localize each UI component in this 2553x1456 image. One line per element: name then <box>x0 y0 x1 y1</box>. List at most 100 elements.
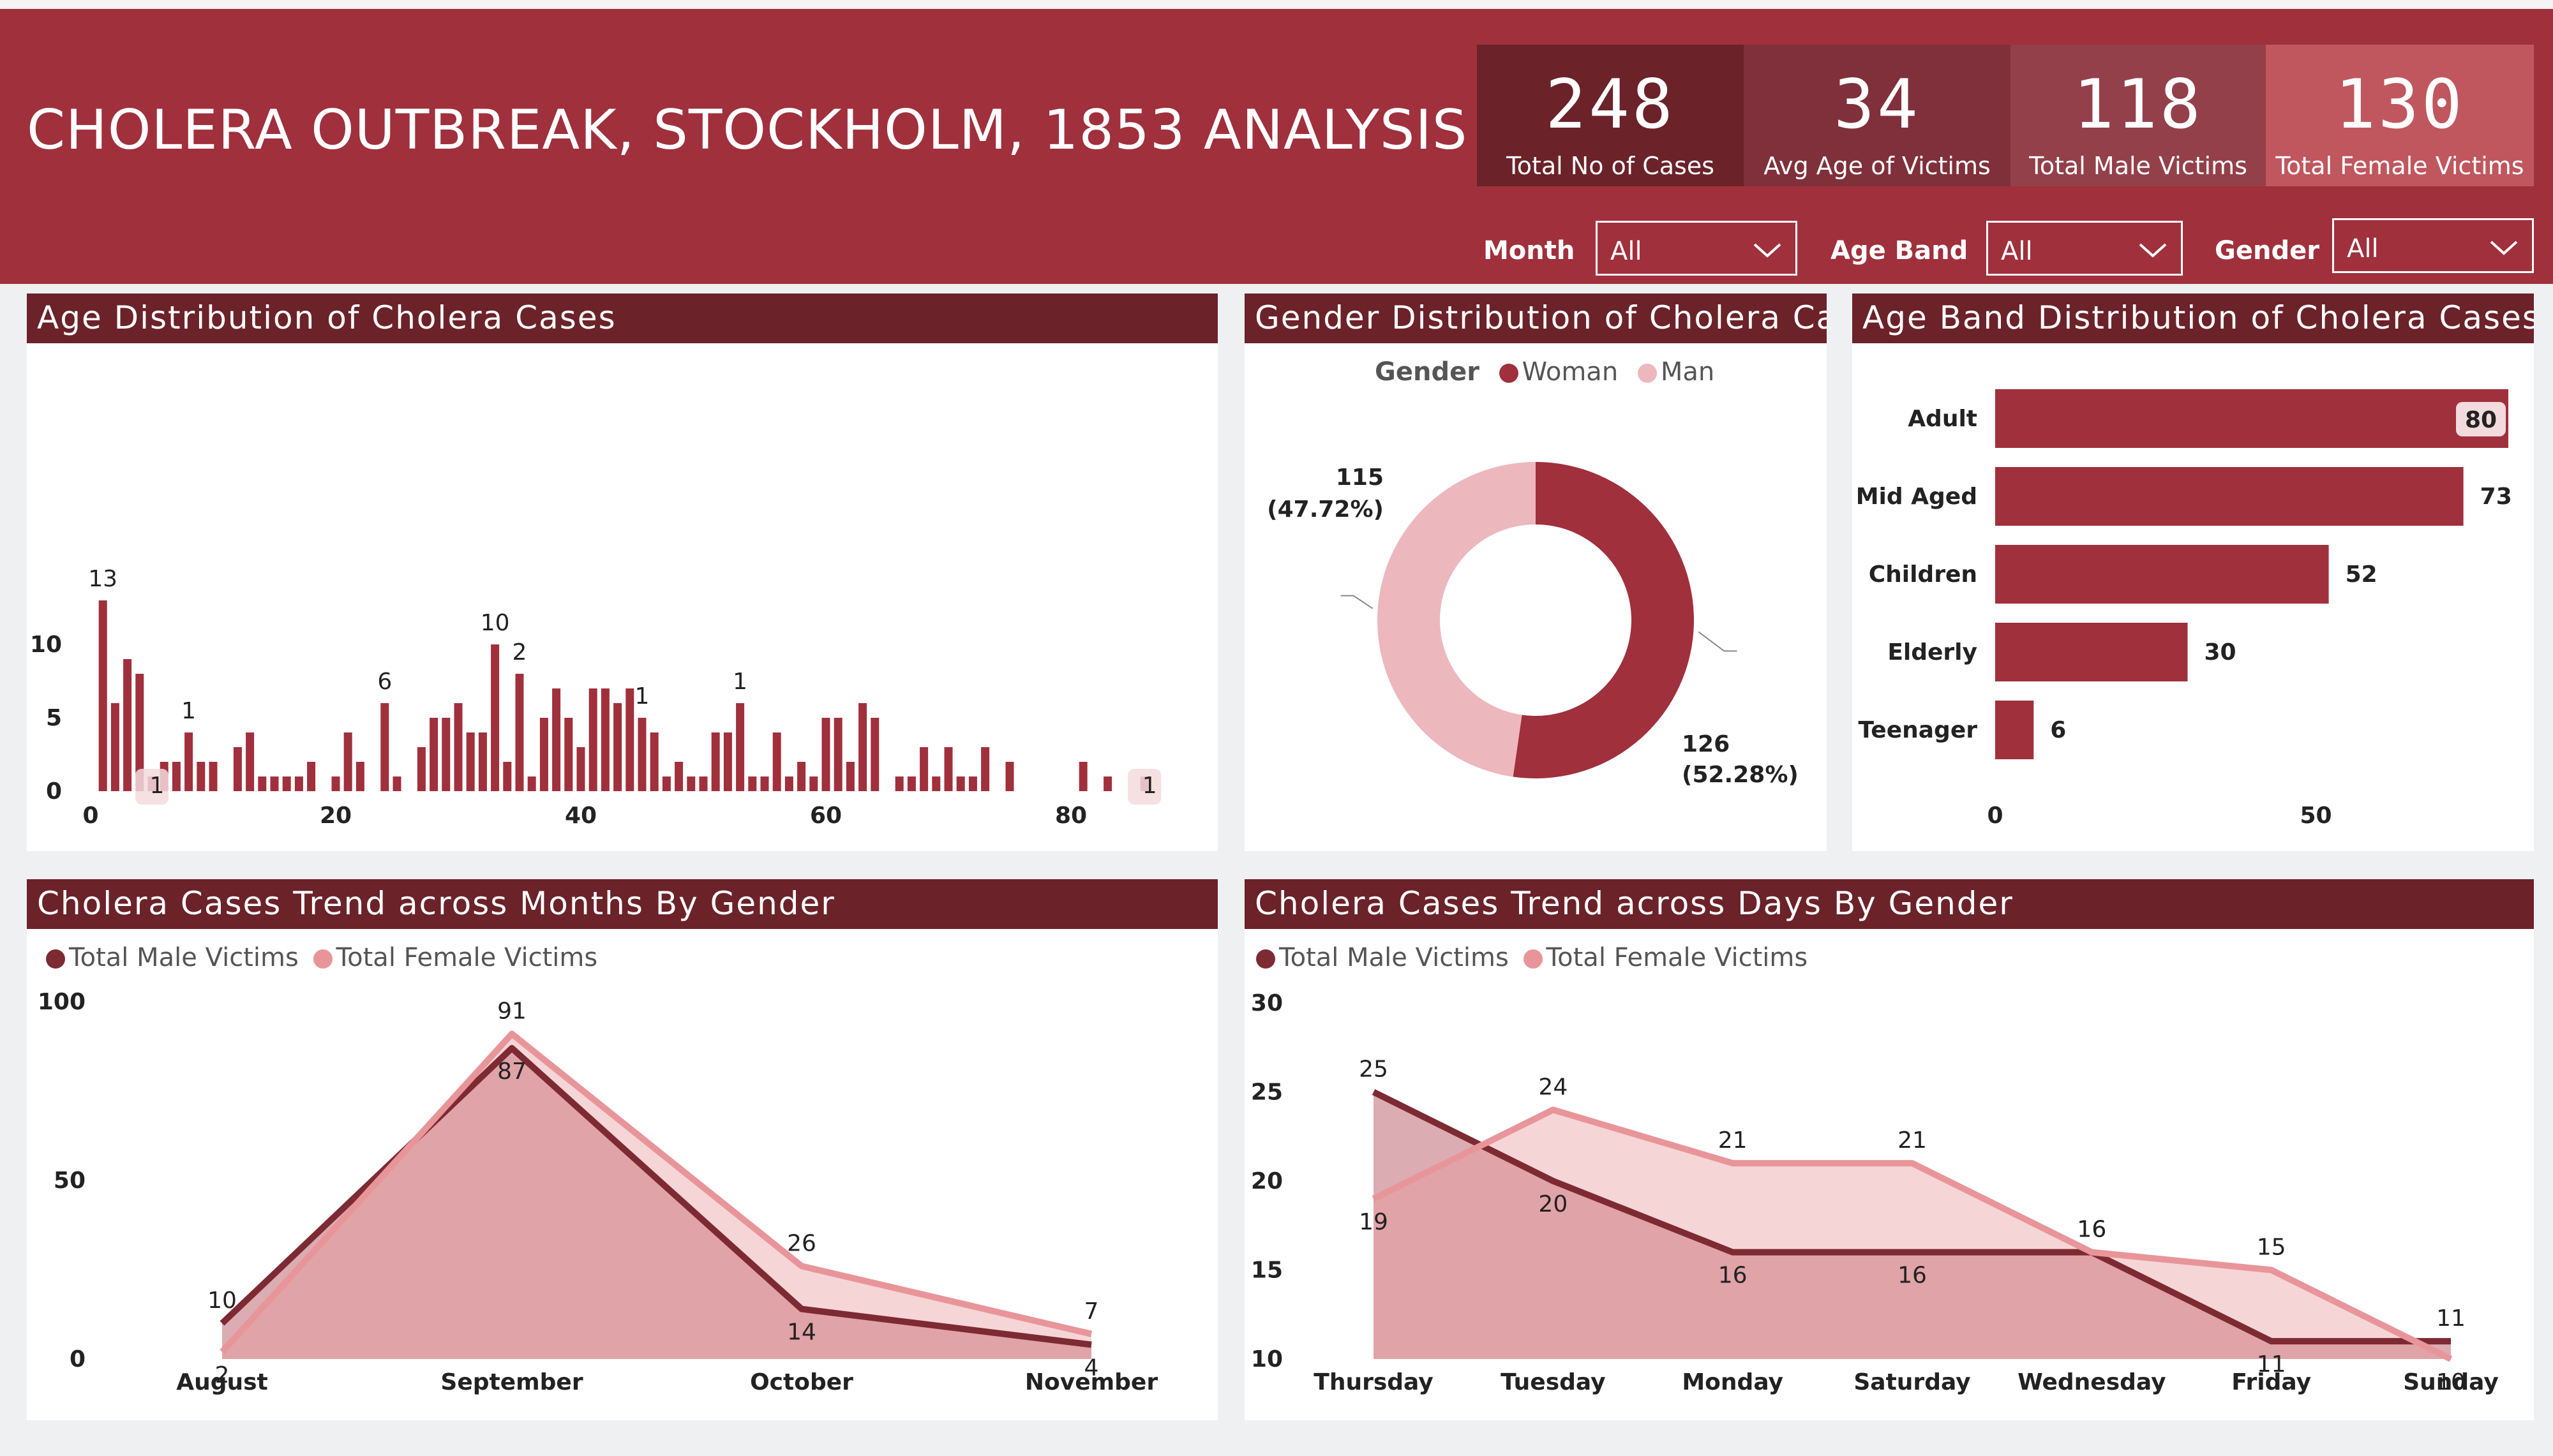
bar <box>625 688 634 791</box>
data-label: 2 <box>215 1362 230 1388</box>
data-label: 1 <box>150 773 165 799</box>
bar <box>527 776 536 791</box>
y-tick-label: 50 <box>54 1168 86 1194</box>
data-label: 4 <box>1084 1355 1099 1381</box>
y-tick-label: 15 <box>1251 1258 1283 1284</box>
data-label: 91 <box>497 998 527 1024</box>
age-band-filter-label: Age Band <box>1831 236 1968 265</box>
data-label: 24 <box>1538 1074 1568 1100</box>
bar <box>932 776 941 791</box>
leader-line <box>1698 631 1737 652</box>
data-label: 11 <box>2436 1305 2466 1332</box>
data-label: 11 <box>2257 1351 2286 1378</box>
bar <box>331 776 340 791</box>
kpi-male-victims: 118 Total Male Victims <box>2010 45 2266 186</box>
category-label: Elderly <box>1887 639 1977 665</box>
bar <box>209 762 218 791</box>
category-label: Adult <box>1908 406 1977 432</box>
bar <box>944 747 953 791</box>
bar <box>246 732 255 791</box>
data-label: 20 <box>1538 1191 1568 1217</box>
kpi-label: Total Female Victims <box>2275 152 2524 180</box>
bar <box>343 732 352 791</box>
bar <box>638 718 647 791</box>
bar <box>613 703 622 791</box>
kpi-value: 130 <box>2335 65 2465 144</box>
gender-distribution-panel: Gender Distribution of Cholera Cases Gen… <box>1245 293 1827 851</box>
kpi-label: Total Male Victims <box>2029 152 2247 180</box>
bar <box>723 732 732 791</box>
bar <box>601 688 610 791</box>
month-dropdown[interactable]: All <box>1596 221 1797 276</box>
bar <box>736 703 745 791</box>
bar <box>1995 623 2188 681</box>
data-label: 21 <box>1898 1127 1927 1154</box>
x-tick-label: Saturday <box>1853 1369 1970 1395</box>
bar <box>1079 762 1088 791</box>
bar <box>675 762 684 791</box>
bar <box>748 776 757 791</box>
leader-line <box>1340 595 1374 609</box>
bar <box>564 718 573 791</box>
x-tick-label: 20 <box>320 803 352 829</box>
y-tick-label: 20 <box>1251 1168 1283 1194</box>
month-filter-label: Month <box>1483 236 1575 265</box>
bar <box>98 600 107 791</box>
bar <box>503 762 512 791</box>
age-band-dropdown[interactable]: All <box>1986 221 2183 276</box>
bar <box>711 732 720 791</box>
x-tick-label: Tuesday <box>1501 1369 1606 1395</box>
month-trend-chart: 050100August September October November1028… <box>38 989 1158 1395</box>
data-label: 19 <box>1359 1209 1388 1235</box>
bar <box>809 776 818 791</box>
bar <box>270 776 279 791</box>
slice-percent-label: (47.72%) <box>1267 496 1384 523</box>
chevron-down-icon <box>2139 243 2167 258</box>
bar <box>442 718 451 791</box>
bar <box>846 762 855 791</box>
data-label: 10 <box>481 610 510 636</box>
x-tick-label: October <box>750 1369 853 1395</box>
kpi-total-cases: 248 Total No of Cases <box>1477 45 1744 186</box>
bar <box>1995 467 2464 526</box>
x-tick-label: September <box>440 1369 583 1395</box>
gender-filter-label: Gender <box>2215 236 2319 265</box>
y-tick-label: 0 <box>70 1346 86 1372</box>
bar <box>772 732 781 791</box>
x-tick-label: 60 <box>810 803 842 829</box>
month-trend-panel: Cholera Cases Trend across Months By Gen… <box>27 879 1218 1420</box>
bar <box>380 703 389 791</box>
data-label: 16 <box>2077 1217 2106 1243</box>
kpi-value: 118 <box>2073 65 2203 144</box>
data-label: 1 <box>635 683 650 709</box>
bar <box>895 776 904 791</box>
bar <box>515 674 524 791</box>
bar <box>110 703 119 791</box>
gender-dropdown[interactable]: All <box>2332 218 2534 273</box>
bar <box>172 762 181 791</box>
kpi-label: Total No of Cases <box>1506 152 1715 180</box>
bar <box>539 718 548 791</box>
bar <box>417 747 426 791</box>
day-trend-chart: 10 15 20 25 30 Thursday Tuesday Monday Saturday W… <box>1251 990 2499 1395</box>
y-tick-label: 5 <box>46 705 62 731</box>
chevron-down-icon <box>2490 241 2518 255</box>
bar <box>356 762 364 791</box>
bar <box>968 776 977 791</box>
bar <box>430 718 438 791</box>
bar <box>491 644 500 791</box>
bar <box>454 703 463 791</box>
data-label: 16 <box>1898 1263 1927 1289</box>
y-tick-label: 0 <box>46 778 62 805</box>
y-tick-label: 100 <box>38 989 86 1015</box>
bar <box>307 762 316 791</box>
data-label: 15 <box>2257 1235 2286 1261</box>
gender-dropdown-value: All <box>2347 234 2379 264</box>
kpi-avg-age: 34 Avg Age of Victims <box>1744 45 2010 186</box>
bar <box>184 732 193 791</box>
x-tick-label: 80 <box>1055 803 1087 829</box>
bar <box>760 776 769 791</box>
data-label: 10 <box>207 1288 237 1314</box>
bar <box>650 732 659 791</box>
bar <box>282 776 291 791</box>
